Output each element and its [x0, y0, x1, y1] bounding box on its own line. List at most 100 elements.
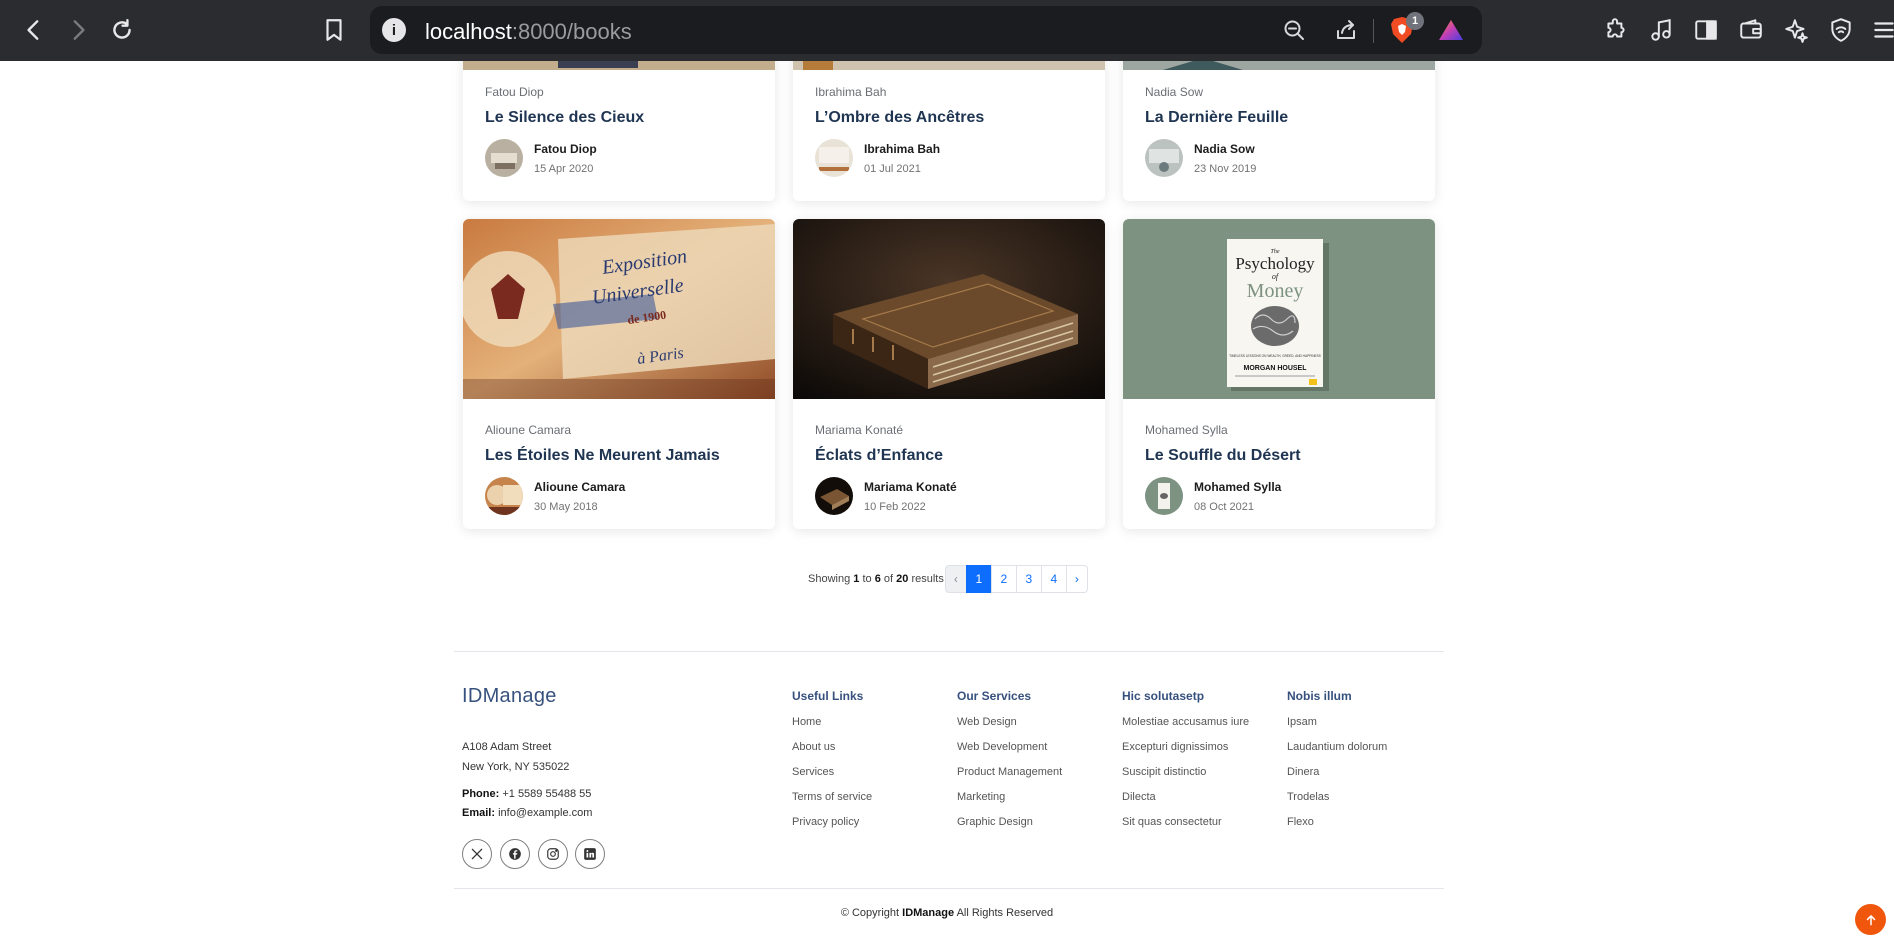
publish-date: 10 Feb 2022: [864, 500, 926, 513]
book-meta: Alioune Camara 30 May 2018: [485, 477, 753, 515]
pagination-page-1[interactable]: 1: [965, 565, 992, 593]
menu-icon[interactable]: [1868, 14, 1894, 46]
media-icon[interactable]: [1645, 14, 1677, 46]
footer-link[interactable]: Marketing: [957, 791, 1062, 803]
linkedin-icon[interactable]: [575, 839, 605, 869]
back-to-top-button[interactable]: [1855, 904, 1886, 935]
footer-link[interactable]: Privacy policy: [792, 816, 872, 828]
publish-date: 30 May 2018: [534, 500, 598, 513]
footer-link[interactable]: Laudantium dolorum: [1287, 741, 1387, 753]
footer-link[interactable]: Dinera: [1287, 766, 1387, 778]
pagination: Showing 1 to 6 of 20 results ‹ 1 2 3 4 ›: [808, 565, 1088, 593]
footer-column-heading: Useful Links: [792, 689, 864, 703]
book-cover-image[interactable]: [463, 61, 775, 70]
facebook-icon[interactable]: [500, 839, 530, 869]
footer-link[interactable]: Ipsam: [1287, 716, 1387, 728]
extensions-icon[interactable]: [1600, 14, 1632, 46]
page-content: Fatou Diop Le Silence des Cieux Fatou Di…: [0, 61, 1894, 942]
book-cover-image[interactable]: [1123, 61, 1435, 70]
footer-column-heading: Hic solutasetp: [1122, 689, 1205, 703]
book-title[interactable]: Le Silence des Cieux: [485, 109, 753, 127]
book-card[interactable]: Exposition Universelle de 1900 à Paris A…: [463, 219, 775, 529]
brave-rewards-icon[interactable]: [1438, 18, 1464, 42]
book-card[interactable]: Fatou Diop Le Silence des Cieux Fatou Di…: [463, 61, 775, 201]
author-name: Mohamed Sylla: [1194, 479, 1282, 494]
book-cover-image[interactable]: Exposition Universelle de 1900 à Paris: [463, 219, 775, 399]
svg-text:Money: Money: [1247, 280, 1304, 302]
footer-brand[interactable]: IDManage: [462, 685, 557, 708]
forward-icon[interactable]: [60, 12, 96, 48]
book-card[interactable]: Nadia Sow La Dernière Feuille Nadia Sow …: [1123, 61, 1435, 201]
pagination-prev-button[interactable]: ‹: [944, 565, 967, 593]
publish-date: 01 Jul 2021: [864, 162, 921, 175]
author-name: Nadia Sow: [1194, 141, 1255, 156]
footer-link[interactable]: Molestiae accusamus iure: [1122, 716, 1249, 728]
pagination-next-button[interactable]: ›: [1065, 565, 1088, 593]
footer-column-our-services: Our Services Web Design Web Development …: [957, 689, 1062, 828]
reload-icon[interactable]: [104, 12, 140, 48]
footer-link[interactable]: Web Development: [957, 741, 1062, 753]
book-author-label: Nadia Sow: [1145, 85, 1204, 99]
vpn-icon[interactable]: [1825, 14, 1857, 46]
zoom-out-icon[interactable]: [1280, 16, 1308, 44]
wallet-icon[interactable]: [1735, 14, 1767, 46]
leo-icon[interactable]: [1780, 14, 1812, 46]
footer-link[interactable]: Flexo: [1287, 816, 1387, 828]
instagram-icon[interactable]: [538, 839, 568, 869]
book-author-label: Alioune Camara: [485, 423, 572, 437]
book-title[interactable]: La Dernière Feuille: [1145, 109, 1413, 127]
book-author-label: Ibrahima Bah: [815, 85, 887, 99]
avatar: [1145, 139, 1183, 177]
pagination-page-3[interactable]: 3: [1015, 565, 1042, 593]
author-name: Fatou Diop: [534, 141, 597, 156]
pagination-page-4[interactable]: 4: [1040, 565, 1067, 593]
publish-date: 15 Apr 2020: [534, 162, 594, 175]
footer-link[interactable]: Excepturi dignissimos: [1122, 741, 1249, 753]
book-cover-image[interactable]: The Psychology of Money TIMELESS LESSONS…: [1123, 219, 1435, 399]
footer-link[interactable]: About us: [792, 741, 872, 753]
book-card[interactable]: Ibrahima Bah L’Ombre des Ancêtres Ibrahi…: [793, 61, 1105, 201]
book-title[interactable]: L’Ombre des Ancêtres: [815, 109, 1083, 127]
back-icon[interactable]: [16, 12, 52, 48]
book-title[interactable]: Les Étoiles Ne Meurent Jamais: [485, 447, 753, 465]
site-info-icon[interactable]: i: [382, 18, 406, 42]
share-icon[interactable]: [1332, 16, 1360, 44]
sidebar-icon[interactable]: [1690, 14, 1722, 46]
book-author-label: Mariama Konaté: [815, 423, 904, 437]
footer-link[interactable]: Web Design: [957, 716, 1062, 728]
book-title[interactable]: Éclats d’Enfance: [815, 447, 1083, 465]
pagination-page-2[interactable]: 2: [990, 565, 1017, 593]
footer-link[interactable]: Suscipit distinctio: [1122, 766, 1249, 778]
footer-link[interactable]: Trodelas: [1287, 791, 1387, 803]
footer-phone: Phone: +1 5589 55488 55: [462, 788, 592, 800]
toolbar-separator: [1373, 19, 1374, 43]
footer-link[interactable]: Dilecta: [1122, 791, 1249, 803]
avatar: [1145, 477, 1183, 515]
copyright: © Copyright IDManage All Rights Reserved: [840, 907, 1054, 919]
footer-column-hic-solutasetp: Hic solutasetp Molestiae accusamus iure …: [1122, 689, 1249, 828]
results-summary: Showing 1 to 6 of 20 results: [808, 573, 944, 585]
book-title[interactable]: Le Souffle du Désert: [1145, 447, 1413, 465]
arrow-up-icon: [1866, 914, 1875, 925]
url-text[interactable]: localhost:8000/books: [425, 19, 632, 45]
footer-link[interactable]: Sit quas consectetur: [1122, 816, 1249, 828]
book-cover-image[interactable]: [793, 219, 1105, 399]
footer-link[interactable]: Terms of service: [792, 791, 872, 803]
footer-link[interactable]: Graphic Design: [957, 816, 1062, 828]
address-bar[interactable]: i localhost:8000/books 1: [370, 6, 1482, 54]
footer-link[interactable]: Home: [792, 716, 872, 728]
footer-link[interactable]: Product Management: [957, 766, 1062, 778]
browser-toolbar: i localhost:8000/books 1: [0, 0, 1894, 61]
svg-text:TIMELESS LESSONS ON WEALTH, GR: TIMELESS LESSONS ON WEALTH, GREED, AND H…: [1229, 354, 1321, 358]
avatar: [815, 139, 853, 177]
bookmark-icon[interactable]: [316, 12, 352, 48]
footer-column-heading: Nobis illum: [1287, 689, 1352, 703]
book-card[interactable]: The Psychology of Money TIMELESS LESSONS…: [1123, 219, 1435, 529]
author-name: Mariama Konaté: [864, 479, 957, 494]
footer-column-nobis-illum: Nobis illum Ipsam Laudantium dolorum Din…: [1287, 689, 1387, 828]
publish-date: 08 Oct 2021: [1194, 500, 1254, 513]
footer-link[interactable]: Services: [792, 766, 872, 778]
book-card[interactable]: Mariama Konaté Éclats d’Enfance Mariama …: [793, 219, 1105, 529]
book-cover-image[interactable]: [793, 61, 1105, 70]
x-icon[interactable]: [462, 839, 492, 869]
